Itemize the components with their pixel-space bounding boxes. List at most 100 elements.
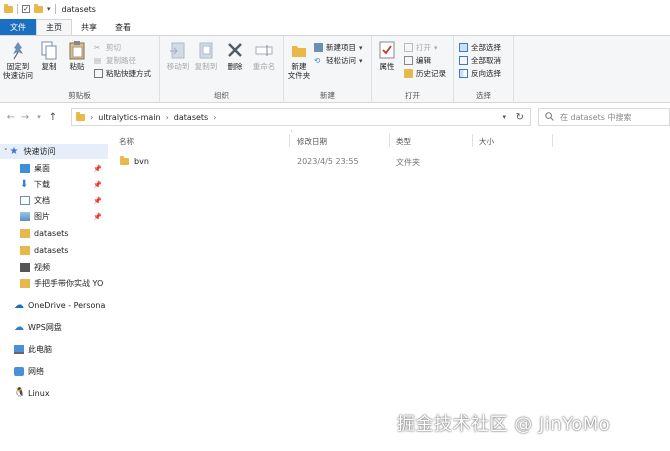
column-header-name[interactable]: 名称 [119,136,134,147]
search-input[interactable]: 在 datasets 中搜索 [538,108,670,126]
open-dropdown-icon: ▾ [434,43,438,52]
chevron-right-icon[interactable]: › [90,113,93,122]
nav-tutorial-folder[interactable]: 手把手带你实战 YO [0,276,108,291]
properties-button[interactable]: 属性 [376,40,398,71]
tab-home[interactable]: 主页 [36,19,72,35]
chevron-down-icon[interactable]: ˅ [4,148,8,156]
nav-downloads[interactable]: ⬇ 下载 📌 [0,177,108,192]
easy-access-button[interactable]: ⟲ 轻松访问 ▾ [314,55,363,66]
nav-pictures[interactable]: 图片 📌 [0,209,108,224]
nav-quick-access[interactable]: ˅ ★ 快速访问 [0,144,108,159]
file-name: bvn [134,157,149,166]
nav-videos[interactable]: 视频 [0,260,108,275]
chevron-right-icon[interactable]: › [213,113,216,122]
pin-icon[interactable]: 📌 [93,213,102,221]
edit-icon [404,56,413,65]
table-row[interactable]: bvn 2023/4/5 23:55 文件夹 [112,154,670,170]
properties-quick-icon[interactable]: ✓ [22,5,30,13]
pin-icon[interactable]: 📌 [93,197,102,205]
nav-datasets-1-label: datasets [34,229,69,238]
nav-documents[interactable]: 文档 📌 [0,193,108,208]
nav-this-pc[interactable]: 此电脑 [0,342,108,357]
copy-path-icon: ▤ [94,56,102,65]
ribbon-tabs: 文件 主页 共享 查看 [0,19,670,35]
breadcrumb-ultralytics-main[interactable]: ultralytics-main [98,113,160,122]
nav-datasets-1[interactable]: datasets [0,226,108,241]
nav-linux[interactable]: 🐧 Linux [0,386,108,401]
delete-button[interactable]: 删除 [224,40,246,71]
folder-icon [120,156,129,165]
move-to-button[interactable]: 移动到 [164,40,192,71]
pin-icon[interactable]: 📌 [93,165,102,173]
watermark: 掘金技术社区 @ JinYoMo [397,414,611,435]
address-bar-row: ← → ▾ ↑ › ultralytics-main › datasets › … [0,105,670,129]
history-icon [404,69,413,78]
nav-datasets-2-label: datasets [34,246,69,255]
invert-selection-button[interactable]: 反向选择 [459,68,501,79]
column-header-modified[interactable]: 修改日期 [297,136,327,147]
column-header-size[interactable]: 大小 [479,136,494,147]
copy-button[interactable]: 复制 [38,40,60,71]
select-all-button[interactable]: 全部选择 [459,42,501,53]
window-title: datasets [61,4,96,14]
address-dropdown-icon[interactable]: ▾ [502,113,506,121]
easy-access-label: 轻松访问 [326,56,356,65]
recent-locations-icon[interactable]: ▾ [32,113,46,121]
chevron-right-icon[interactable]: › [166,113,169,122]
select-none-button[interactable]: 全部取消 [459,55,501,66]
column-header-type[interactable]: 类型 [396,136,411,147]
move-to-icon [169,40,187,60]
folder-icon [20,229,30,238]
folder-icon [20,279,30,288]
forward-arrow-icon[interactable]: → [18,112,32,123]
nav-network-label: 网络 [28,367,44,376]
nav-videos-label: 视频 [34,263,50,272]
organize-group: 移动到 复制到 删除 重命名 组织 [160,36,284,103]
nav-wps-drive[interactable]: ☁ WPS网盘 [0,320,108,335]
history-label: 历史记录 [416,69,446,78]
new-item-button[interactable]: 新建项目 ▾ [314,42,363,53]
breadcrumb-datasets[interactable]: datasets [174,113,208,122]
search-icon [545,111,554,123]
back-arrow-icon[interactable]: ← [4,112,18,123]
nav-documents-label: 文档 [34,196,50,205]
copy-label: 复制 [41,62,57,71]
tab-share[interactable]: 共享 [72,19,106,35]
address-field[interactable]: › ultralytics-main › datasets › ▾ ↻ [71,108,531,126]
nav-network[interactable]: 网络 [0,364,108,379]
nav-downloads-label: 下载 [34,180,50,189]
open-button[interactable]: 打开 ▾ [404,42,438,53]
nav-linux-label: Linux [28,389,50,398]
tab-view[interactable]: 查看 [106,19,140,35]
edit-button[interactable]: 编辑 [404,55,431,66]
up-arrow-icon[interactable]: ↑ [46,112,60,123]
nav-quick-access-label: 快速访问 [23,147,56,156]
nav-onedrive[interactable]: ☁ OneDrive - Persona [0,298,108,313]
sort-up-icon: ˄ [290,130,293,137]
history-button[interactable]: 历史记录 [404,68,446,79]
nav-this-pc-label: 此电脑 [28,345,52,354]
new-folder-quick-icon[interactable] [34,3,43,13]
rename-button[interactable]: 重命名 [250,40,278,71]
paste-shortcut-label: 粘贴快捷方式 [106,69,151,78]
nav-desktop[interactable]: 桌面 📌 [0,161,108,176]
cut-button[interactable]: ✂ 剪切 [94,42,121,53]
pin-icon[interactable]: 📌 [93,181,102,189]
nav-tutorial-folder-label: 手把手带你实战 YO [34,279,104,288]
paste-button[interactable]: 粘贴 [66,40,88,71]
pin-quick-access-button[interactable]: 固定到 快速访问 [3,40,33,80]
nav-datasets-2[interactable]: datasets [0,243,108,258]
copy-path-button[interactable]: ▤ 复制路径 [94,55,136,66]
refresh-icon[interactable]: ↻ [516,112,524,123]
new-folder-button[interactable]: 新建 文件夹 [286,40,312,80]
select-all-label: 全部选择 [471,43,501,52]
tab-file[interactable]: 文件 [0,19,36,35]
pin-quick-access-label: 固定到 快速访问 [3,62,33,80]
invert-selection-icon [459,69,468,78]
customize-toolbar-icon[interactable]: ▾ [47,5,51,13]
properties-label: 属性 [379,62,395,71]
copy-to-button[interactable]: 复制到 [192,40,220,71]
organize-group-label: 组织 [214,91,229,100]
paste-shortcut-button[interactable]: 粘贴快捷方式 [94,68,151,79]
cloud-icon: ☁ [14,300,24,311]
